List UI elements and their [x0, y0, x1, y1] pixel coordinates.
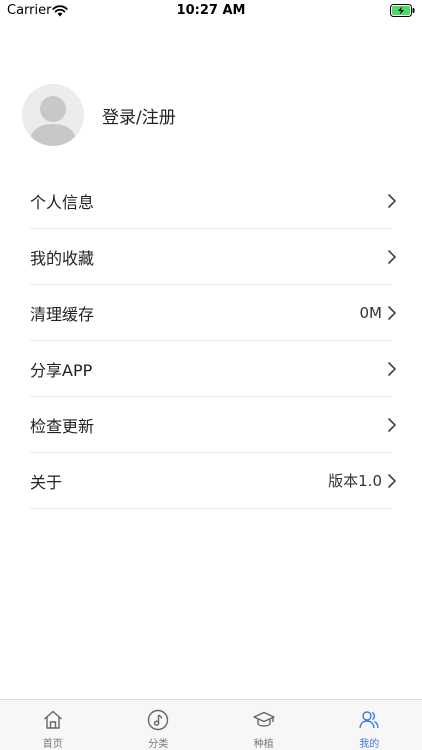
tab-label: 首页 [42, 739, 63, 750]
user-icon [359, 711, 379, 729]
tab-label: 我的 [359, 739, 380, 750]
profile-header[interactable]: 登录/注册 [22, 84, 176, 146]
tab-bar: 首页 分类 种植 我的 [0, 699, 422, 750]
menu-item-personal-info[interactable]: 个人信息 [30, 173, 396, 229]
chevron-right-icon [388, 361, 396, 376]
menu-item-label: 清理缓存 [30, 304, 95, 324]
tab-home[interactable]: 首页 [0, 700, 106, 750]
graduation-cap-icon [253, 711, 275, 727]
tab-planting[interactable]: 种植 [211, 700, 317, 750]
music-note-icon [148, 709, 169, 731]
menu-item-clear-cache[interactable]: 清理缓存 0M [30, 285, 396, 341]
chevron-right-icon [388, 417, 396, 432]
avatar[interactable] [22, 84, 84, 146]
tab-label: 分类 [148, 739, 169, 750]
menu-item-label: 检查更新 [30, 416, 95, 436]
settings-menu: 个人信息 我的收藏 清理缓存 0M 分享APP 检查更新 关于 版本1.0 [30, 173, 396, 509]
tab-mine[interactable]: 我的 [317, 700, 422, 750]
status-bar: Carrier 10:27 AM [0, 0, 422, 22]
version-value: 版本1.0 [328, 472, 382, 490]
chevron-right-icon [388, 193, 396, 208]
chevron-right-icon [388, 473, 396, 488]
menu-item-favorites[interactable]: 我的收藏 [30, 229, 396, 285]
tab-label: 种植 [253, 739, 274, 750]
battery-charging-icon [390, 4, 415, 17]
chevron-right-icon [388, 305, 396, 320]
menu-item-label: 关于 [30, 472, 63, 492]
tab-category[interactable]: 分类 [106, 700, 212, 750]
menu-item-label: 我的收藏 [30, 248, 95, 268]
status-time: 10:27 AM [176, 3, 246, 18]
default-avatar-icon [28, 96, 78, 146]
menu-item-about[interactable]: 关于 版本1.0 [30, 453, 396, 509]
menu-item-share-app[interactable]: 分享APP [30, 341, 396, 397]
chevron-right-icon [388, 249, 396, 264]
menu-item-label: 分享APP [30, 360, 93, 380]
login-register-link[interactable]: 登录/注册 [102, 103, 176, 128]
home-icon [43, 710, 62, 729]
menu-item-check-update[interactable]: 检查更新 [30, 397, 396, 453]
menu-item-label: 个人信息 [30, 192, 95, 212]
cache-size-value: 0M [359, 303, 383, 322]
